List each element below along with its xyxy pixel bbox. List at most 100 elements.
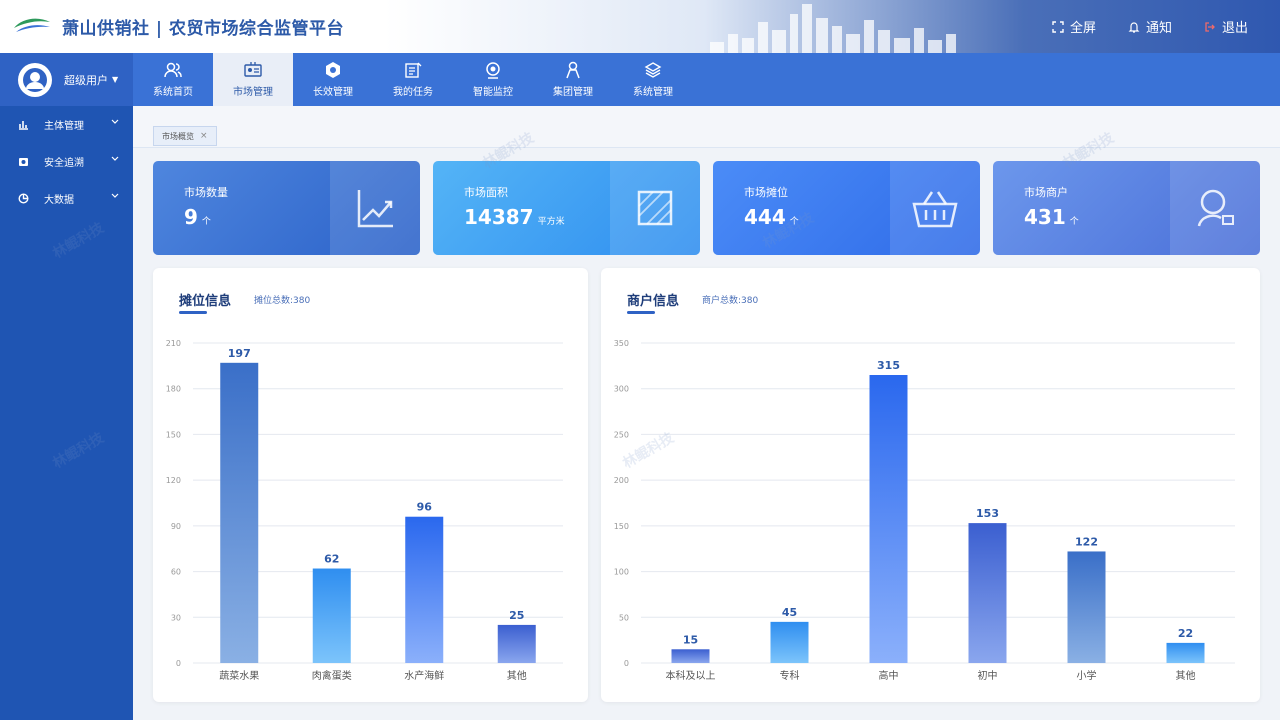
camera-icon (19, 158, 28, 166)
nav-item-label: 智能监控 (473, 87, 513, 98)
stall-info-panel: 摊位信息 摊位总数:380 0 30 60 90 120 150 180 210 197 蔬菜水果… (153, 268, 588, 702)
stat-icon-panel (610, 161, 700, 255)
bar[interactable] (497, 624, 536, 663)
stat-value: 9个 (184, 205, 211, 229)
close-icon[interactable]: × (200, 131, 208, 141)
nav-item-home[interactable]: 系统首页 (133, 53, 213, 106)
y-tick-label: 180 (166, 385, 181, 394)
user-avatar-icon (23, 67, 47, 92)
x-tick-label: 高中 (879, 669, 899, 682)
x-tick-label: 初中 (978, 669, 998, 682)
bar[interactable] (1166, 642, 1205, 663)
nav-item-label: 系统管理 (633, 87, 673, 98)
bar[interactable] (1067, 551, 1106, 663)
nav-item-system[interactable]: 系统管理 (613, 53, 693, 106)
tab-label: 市场概览 (162, 131, 194, 141)
x-tick-label: 肉禽蛋类 (312, 669, 352, 682)
bar[interactable] (671, 649, 710, 663)
bar[interactable] (968, 523, 1007, 663)
nav-menu: 系统首页 市场管理 长效管理 我的任务 智能监控 集团管理 系统管理 (133, 53, 693, 106)
bar[interactable] (312, 568, 351, 663)
person-icon (566, 61, 580, 79)
y-tick-label: 150 (166, 430, 181, 439)
sidebar-item-bigdata[interactable]: 大数据 (0, 180, 133, 217)
id-card-icon (244, 62, 262, 77)
nav-item-label: 系统首页 (153, 87, 193, 98)
user-menu[interactable]: 超级用户 ▼ (0, 53, 133, 106)
pie-chart-icon (18, 193, 29, 204)
stat-value: 431 个 (1024, 205, 1079, 229)
bar[interactable] (869, 375, 908, 663)
stat-label: 市场商户 (1024, 186, 1068, 199)
fullscreen-label: 全屏 (1069, 21, 1096, 36)
bar[interactable] (770, 621, 809, 663)
nav-item-group[interactable]: 集团管理 (533, 53, 613, 106)
stat-unit: 平方米 (537, 217, 565, 227)
sidebar-item-trace[interactable]: 安全追溯 (0, 143, 133, 180)
x-tick-label: 本科及以上 (666, 669, 716, 682)
y-tick-label: 0 (624, 659, 629, 668)
merchant-bar-chart: 0 50 100 150 200 250 300 350 15 本科及以上 45 专科 315 高中 153… (614, 339, 1235, 682)
nav-item-longterm[interactable]: 长效管理 (293, 53, 373, 106)
merchant-info-panel: 商户信息 商户总数:380 0 50 100 150 200 250 300 350 15 本科及… (601, 268, 1260, 702)
growth-chart-icon (357, 190, 393, 228)
fullscreen-button[interactable]: 全屏 (1052, 17, 1096, 36)
stat-value: 444 个 (744, 205, 799, 229)
bar[interactable] (220, 362, 259, 663)
bar-value-label: 22 (1178, 627, 1193, 640)
logout-button[interactable]: 退出 (1204, 17, 1248, 36)
layers-icon (644, 62, 662, 78)
nav-item-label: 我的任务 (393, 87, 433, 98)
sidebar-item-label: 安全追溯 (44, 158, 84, 169)
stat-card-market-count: 市场数量 9个 (153, 161, 420, 255)
chevron-down-icon (111, 193, 119, 198)
stat-label: 市场面积 (464, 186, 508, 199)
y-tick-label: 30 (171, 613, 181, 622)
bell-icon (1128, 21, 1140, 33)
y-tick-label: 50 (619, 613, 629, 622)
stat-label: 市场摊位 (744, 186, 788, 199)
bar-value-label: 122 (1075, 535, 1098, 548)
notification-label: 通知 (1145, 21, 1172, 36)
user-name: 超级用户 (64, 73, 108, 87)
app-title: 萧山供销社 | 农贸市场综合监管平台 (62, 19, 345, 39)
basket-icon (912, 191, 958, 228)
shield-settings-icon (326, 62, 340, 78)
bar-value-label: 45 (782, 606, 797, 619)
stat-card-merchants: 市场商户 431 个 (993, 161, 1260, 255)
x-tick-label: 专科 (780, 669, 800, 682)
camera-icon (486, 62, 500, 79)
bar[interactable] (405, 516, 444, 663)
stat-unit: 个 (201, 217, 211, 227)
stat-unit: 个 (1069, 217, 1079, 227)
y-tick-label: 0 (176, 659, 181, 668)
y-tick-label: 120 (166, 476, 181, 485)
nav-item-tasks[interactable]: 我的任务 (373, 53, 453, 106)
nav-item-monitor[interactable]: 智能监控 (453, 53, 533, 106)
y-tick-label: 100 (614, 568, 629, 577)
x-tick-label: 其他 (1176, 669, 1196, 682)
skyline-graphic (710, 4, 956, 53)
bar-value-label: 62 (324, 553, 339, 566)
stat-unit: 个 (789, 217, 799, 227)
main-navbar: 超级用户 ▼ 系统首页 市场管理 长效管理 我的任务 智能监控 集团管理 系统管… (0, 53, 1280, 106)
stat-value: 14387 平方米 (464, 205, 565, 229)
y-tick-label: 200 (614, 476, 629, 485)
bar-value-label: 197 (228, 347, 251, 360)
sidebar-item-entity[interactable]: 主体管理 (0, 106, 133, 143)
stat-icon-panel (1170, 161, 1260, 255)
nav-item-label: 集团管理 (553, 87, 593, 98)
nav-item-label: 市场管理 (233, 87, 273, 98)
notification-button[interactable]: 通知 (1128, 17, 1172, 36)
bar-chart-icon (19, 121, 28, 130)
y-tick-label: 300 (614, 385, 629, 394)
nav-item-market[interactable]: 市场管理 (213, 53, 293, 106)
x-tick-label: 其他 (507, 669, 527, 682)
bar-value-label: 153 (976, 507, 999, 520)
tab-market-overview[interactable]: 市场概览 × (153, 126, 217, 146)
fullscreen-icon (1052, 20, 1064, 33)
x-tick-label: 蔬菜水果 (219, 670, 259, 682)
avatar (18, 62, 52, 97)
stat-label: 市场数量 (184, 186, 228, 199)
y-tick-label: 60 (171, 568, 181, 577)
